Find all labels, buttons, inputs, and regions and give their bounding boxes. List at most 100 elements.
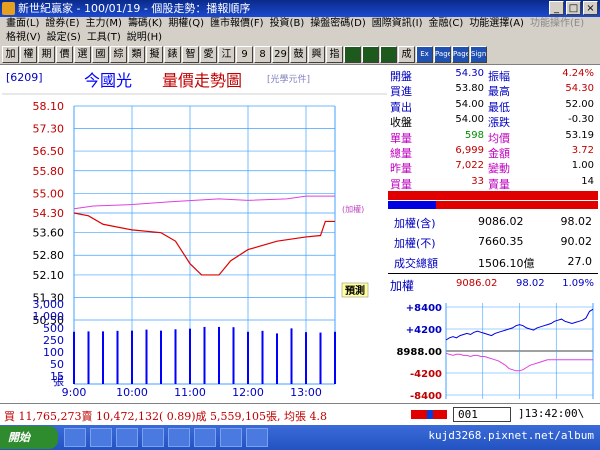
toolbar-button-22[interactable]: 成 [398, 46, 415, 63]
taskbar-app-1[interactable] [64, 428, 86, 447]
toolbar-button-12[interactable]: 江 [218, 46, 235, 63]
quote-total_vol-label: 總量 [390, 147, 412, 160]
quote-bid-label: 買進 [390, 85, 412, 99]
quote-change-label: 漲跌 [488, 116, 510, 130]
toolbar-button-15[interactable]: 29 [272, 46, 289, 63]
toolbar-button-16[interactable]: 鼓 [290, 46, 307, 63]
menu-item-row2-0[interactable]: 格視(V) [4, 31, 45, 45]
minimize-button[interactable]: _ [549, 1, 564, 15]
menu-item-2[interactable]: 主力(M) [84, 17, 126, 31]
index-excl-value: 7660.35 [478, 235, 524, 248]
toolbar-button-4[interactable]: 選 [74, 46, 91, 63]
toolbar-button-17[interactable]: 興 [308, 46, 325, 63]
volume-bar [319, 332, 322, 384]
toolbar-button-8[interactable]: 擬 [146, 46, 163, 63]
toolbar: 加權期價選國綜類擬錶智愛江 9 8 29 鼓興指成 Ex Page Page Sign [0, 45, 600, 65]
taskbar-app-2[interactable] [90, 428, 112, 447]
quote-close-value: 54.00 [455, 114, 484, 126]
taskbar-app-5[interactable] [168, 428, 190, 447]
toolbar-button-18[interactable]: 指 [326, 46, 343, 63]
volume-bar [116, 330, 119, 384]
taskbar-app-8[interactable] [246, 428, 268, 447]
time-tick-label: 9:00 [62, 386, 87, 399]
volume-bar [160, 330, 162, 384]
price-tick-label: 55.00 [33, 187, 65, 200]
menu-item-4[interactable]: 期權(Q) [166, 17, 208, 31]
menu-item-row2-2[interactable]: 工具(T) [85, 31, 125, 45]
taskbar-app-3[interactable] [116, 428, 138, 447]
quote-amp-value: 4.24% [562, 68, 594, 79]
quote-yest_vol-label: 昨量 [390, 162, 412, 176]
toolbar-button-9[interactable]: 錶 [164, 46, 181, 63]
quote-ask-label: 賣出 [390, 100, 412, 114]
price-volume-chart[interactable]: 58.10 57.30 56.50 55.80 55.00 54.30 53.60 52.80… [2, 66, 387, 403]
index-incl-change: 98.02 [560, 215, 593, 228]
quote-lot-label: 單量 [390, 131, 412, 145]
stock-code[interactable]: [6209] [6, 71, 43, 84]
volume-bar [290, 328, 293, 384]
index-overlay-tag: (加權) [342, 204, 364, 214]
menu-item-5[interactable]: 匯市報價(F) [208, 17, 268, 31]
prediction-badge[interactable]: 預測 [345, 284, 365, 297]
index-chart-bg [388, 275, 598, 403]
volume-bar [145, 329, 148, 384]
menu-item-8[interactable]: 國際資訊(I) [370, 17, 427, 31]
industry-label: [光學元件] [267, 75, 311, 85]
toolbar-button-5[interactable]: 國 [92, 46, 109, 63]
menu-item-row2-3[interactable]: 說明(H) [125, 31, 166, 45]
menu-item-9[interactable]: 金融(C) [427, 17, 468, 31]
index-row-turnover[interactable]: 成交總額 1506.10億 27.0 [388, 253, 598, 272]
menu-item-3[interactable]: 籌碼(K) [126, 17, 166, 31]
toolbar-button-24[interactable]: Page [434, 46, 451, 63]
index-row-incl[interactable]: 加權(含) 9086.02 98.02 [388, 213, 598, 232]
menu-item-1[interactable]: 證券(E) [43, 17, 83, 31]
toolbar-button-10[interactable]: 智 [182, 46, 199, 63]
quote-amount-label: 金額 [488, 147, 510, 160]
toolbar-button-11[interactable]: 愛 [200, 46, 217, 63]
toolbar-button-25[interactable]: Page [452, 46, 469, 63]
buy-sell-ratio-bar [388, 191, 598, 210]
menu-item-10[interactable]: 功能選擇(A) [467, 17, 528, 31]
taskbar-app-4[interactable] [142, 428, 164, 447]
toolbar-button-2[interactable]: 期 [38, 46, 55, 63]
volume-unit-label: 張 [53, 375, 64, 388]
close-button[interactable]: × [583, 1, 598, 15]
toolbar-button-21[interactable] [380, 46, 397, 63]
menu-item-0[interactable]: 畫面(L) [4, 17, 43, 31]
toolbar-button-3[interactable]: 價 [56, 46, 73, 63]
index-row-excl[interactable]: 加權(不) 7660.35 90.02 [388, 233, 598, 252]
stock-code-input[interactable]: 001 [453, 407, 511, 422]
start-button[interactable]: 開始 [0, 426, 58, 449]
taskbar: 開始 kujd3268.pixnet.net/album [0, 425, 600, 450]
stock-name[interactable]: 今國光 [84, 67, 132, 91]
toolbar-button-14[interactable]: 8 [254, 46, 271, 63]
index-mini-chart[interactable]: +8400 +4200 8988.00 -4200 -8400 [388, 275, 598, 403]
toolbar-button-1[interactable]: 權 [20, 46, 37, 63]
buy-sell-bar-buy [388, 201, 436, 209]
quote-row-yest_vol: 昨量 7,022 變動 1.00 [388, 160, 598, 176]
volume-bar [247, 331, 249, 384]
toolbar-button-26[interactable]: Sign [470, 46, 487, 63]
taskbar-app-6[interactable] [194, 428, 216, 447]
index-panel-value: 9086.02 [456, 278, 498, 289]
menu-item-11[interactable]: 功能操作(E) [528, 17, 588, 31]
app-icon[interactable] [2, 2, 15, 15]
menu-item-7[interactable]: 操盤密碼(D) [308, 17, 370, 31]
menu-item-row2-1[interactable]: 設定(S) [45, 31, 85, 45]
quote-high-label: 最高 [488, 85, 510, 99]
toolbar-button-0[interactable]: 加 [2, 46, 19, 63]
quote-low-value: 52.00 [565, 98, 594, 110]
toolbar-button-23[interactable]: Ex [416, 46, 433, 63]
toolbar-button-7[interactable]: 類 [128, 46, 145, 63]
toolbar-button-6[interactable]: 綜 [110, 46, 127, 63]
quote-yest_vol-value: 7,022 [455, 160, 484, 172]
toolbar-button-13[interactable]: 9 [236, 46, 253, 63]
volume-bar [232, 327, 235, 384]
menu-item-6[interactable]: 投資(B) [268, 17, 309, 31]
time-tick-label: 12:00 [232, 386, 264, 399]
maximize-button[interactable]: □ [566, 1, 581, 15]
clock: ]13:42:00\ [518, 407, 585, 420]
taskbar-app-7[interactable] [220, 428, 242, 447]
toolbar-button-19[interactable] [344, 46, 361, 63]
toolbar-button-20[interactable] [362, 46, 379, 63]
